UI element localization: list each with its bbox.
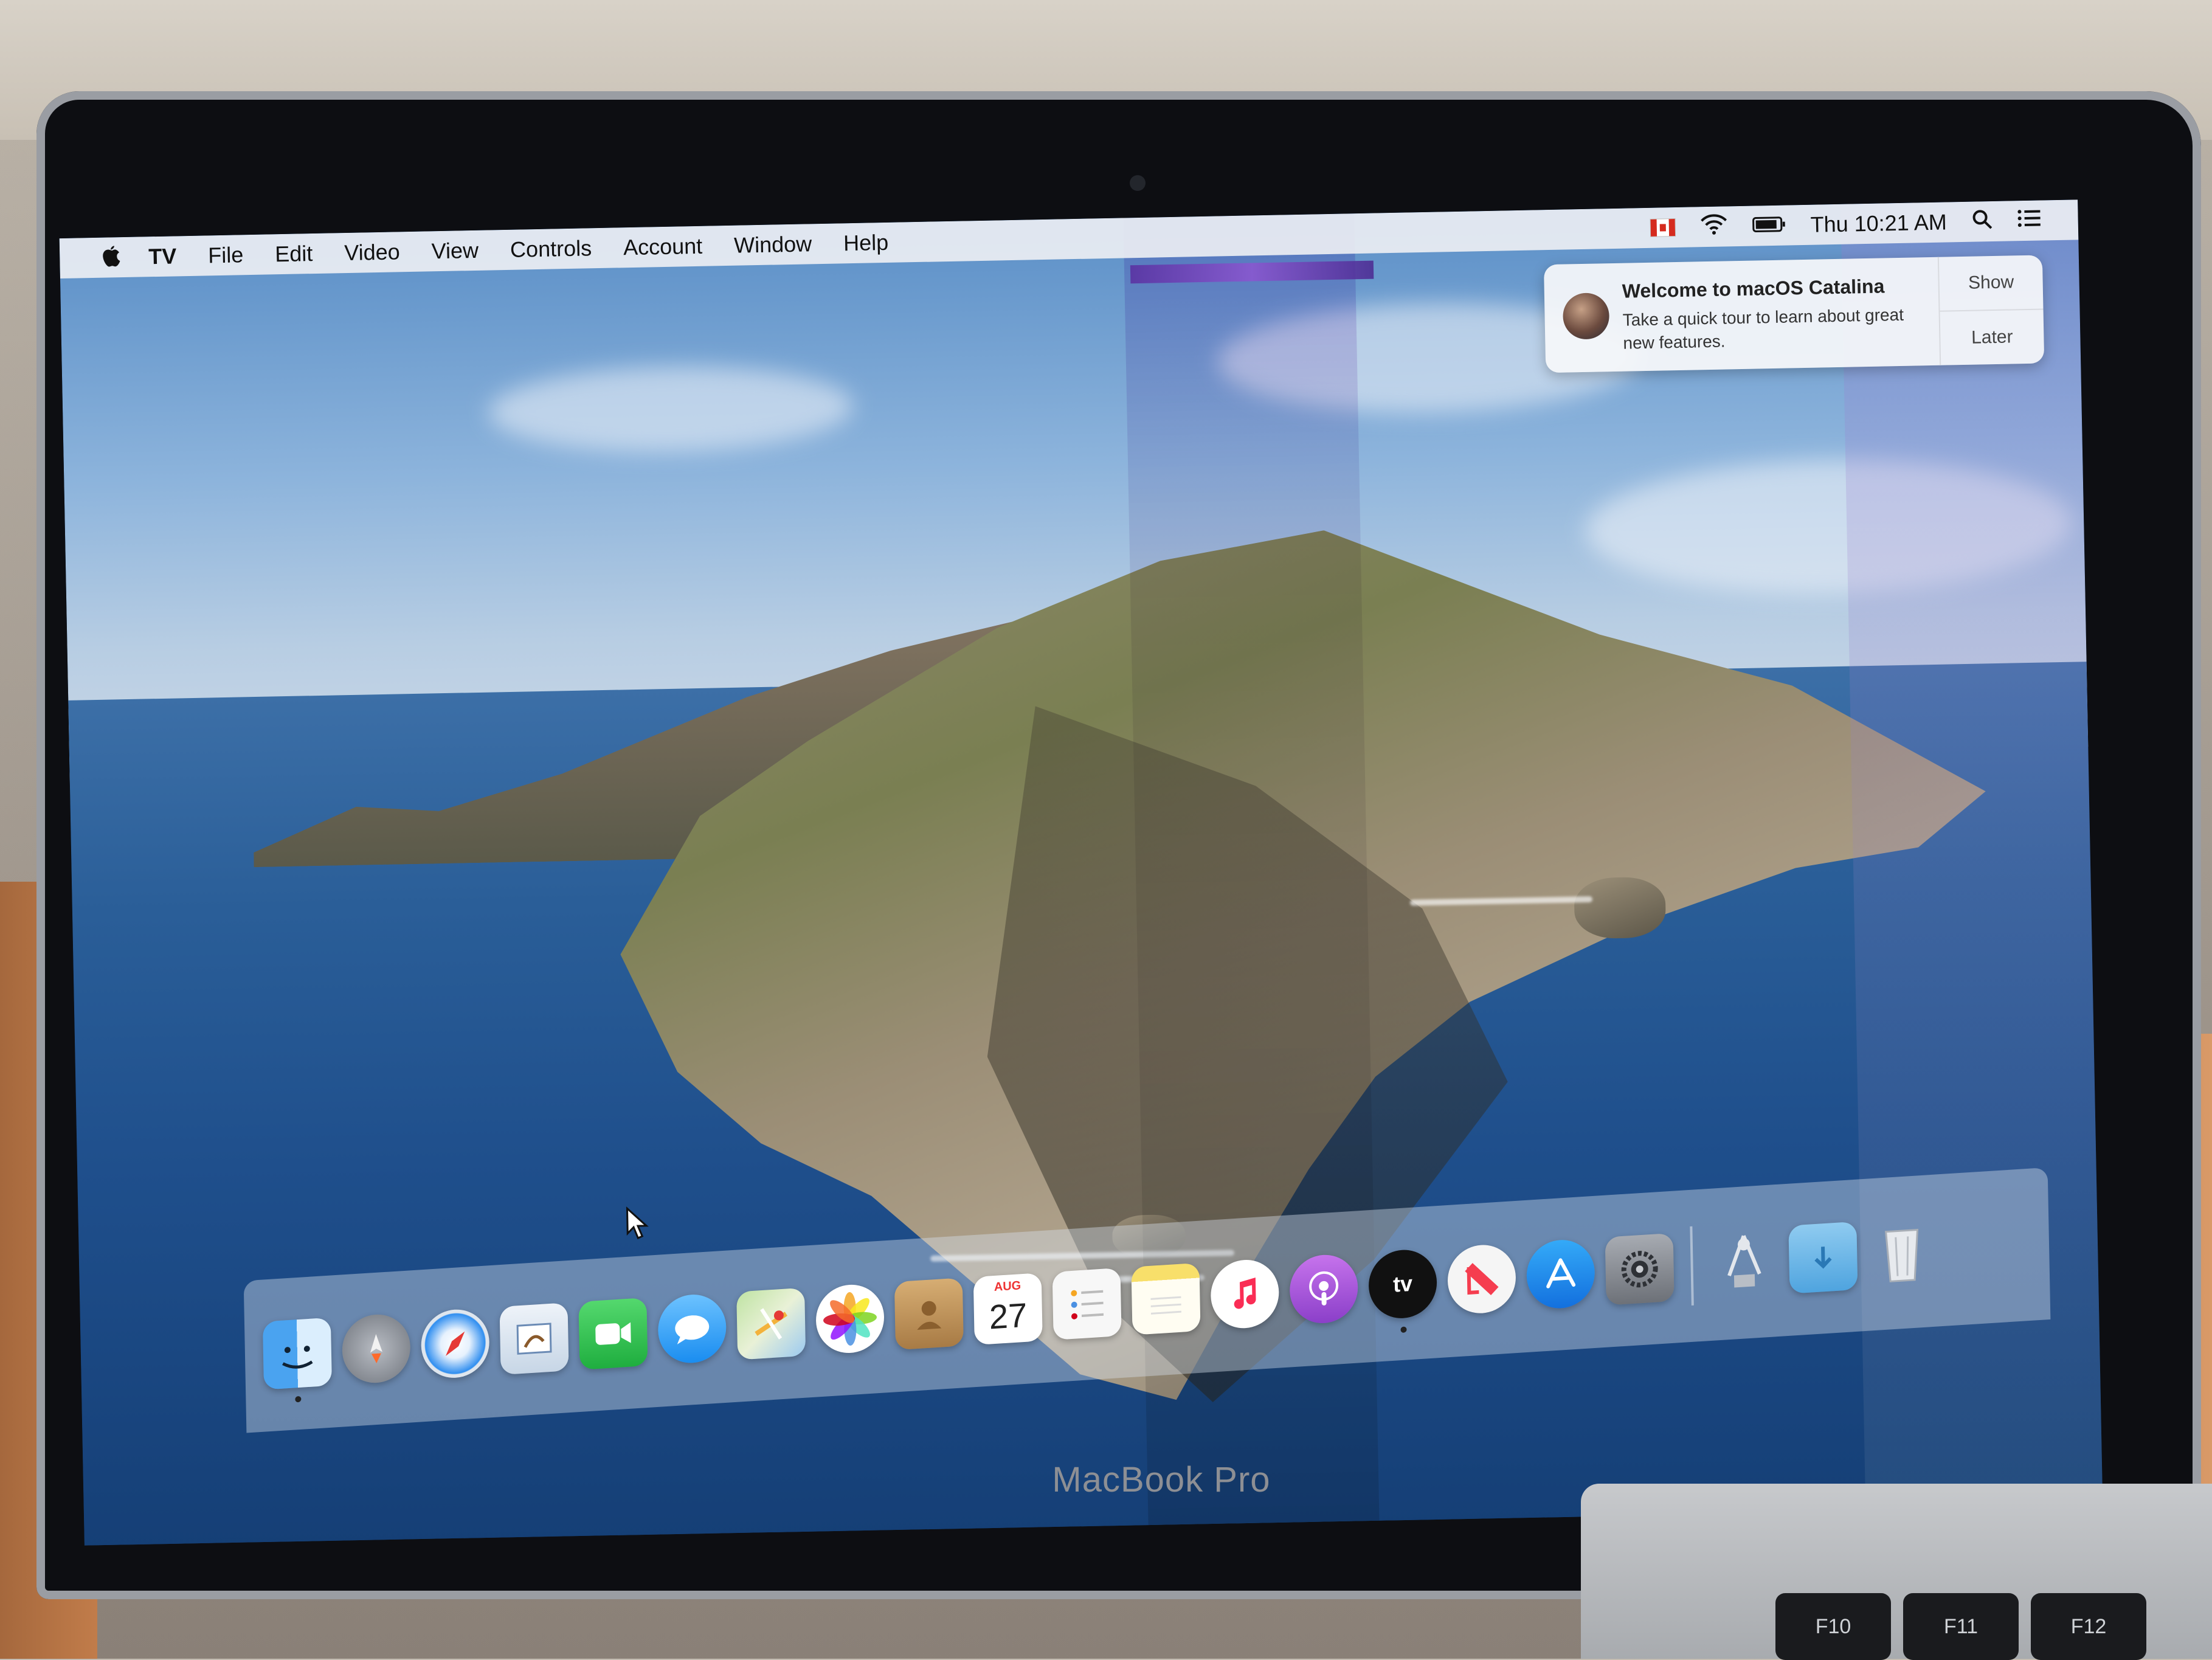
menu-bar-status-area: Thu 10:21 AM <box>1650 206 2078 242</box>
notification-title: Welcome to macOS Catalina <box>1622 275 1885 302</box>
trash-icon[interactable] <box>1867 1217 1937 1289</box>
calendar-icon[interactable]: AUG 27 <box>973 1273 1043 1346</box>
safari-icon[interactable] <box>420 1307 490 1380</box>
menu-app-name[interactable]: TV <box>133 243 193 270</box>
notes-icon[interactable] <box>1131 1262 1201 1335</box>
facetime-icon[interactable] <box>578 1297 648 1370</box>
calendar-month-label: AUG <box>994 1279 1021 1295</box>
macos-catalina-icon <box>1562 292 1610 340</box>
notification-show-button[interactable]: Show <box>1939 255 2044 310</box>
music-icon[interactable] <box>1210 1257 1280 1330</box>
running-indicator <box>1400 1326 1407 1333</box>
system-preferences-icon[interactable] <box>1605 1233 1675 1306</box>
mouse-pointer-icon <box>626 1206 649 1240</box>
photos-icon[interactable] <box>815 1282 885 1355</box>
menu-controls[interactable]: Controls <box>494 235 608 263</box>
notification-body: Take a quick tour to learn about great n… <box>1622 305 1904 353</box>
mail-icon[interactable] <box>499 1302 569 1375</box>
calendar-day-label: 27 <box>989 1295 1028 1337</box>
notification-content: Welcome to macOS Catalina Take a quick t… <box>1622 257 1940 372</box>
contacts-icon[interactable] <box>894 1278 964 1350</box>
menu-account[interactable]: Account <box>607 233 719 260</box>
downloads-folder-icon[interactable] <box>1788 1221 1858 1294</box>
maps-icon[interactable] <box>736 1287 806 1360</box>
spotlight-search-icon[interactable] <box>1971 208 1993 236</box>
bezel-brand-label: MacBook Pro <box>1052 1460 1271 1499</box>
battery-icon[interactable] <box>1752 213 1786 239</box>
flag-canada-icon[interactable] <box>1650 218 1676 237</box>
notification-later-button[interactable]: Later <box>1940 308 2045 365</box>
screen: TV File Edit Video View Controls Account… <box>59 199 2103 1546</box>
news-icon[interactable] <box>1446 1243 1516 1316</box>
wifi-icon[interactable] <box>1699 213 1728 241</box>
app-store-icon[interactable] <box>1526 1237 1595 1310</box>
launchpad-icon[interactable] <box>341 1312 411 1385</box>
notification-actions: Show Later <box>1937 255 2045 365</box>
menu-window[interactable]: Window <box>718 231 828 258</box>
wallpaper-rock <box>1574 876 1667 939</box>
installer-icon[interactable] <box>1709 1226 1778 1299</box>
menu-edit[interactable]: Edit <box>259 241 329 268</box>
apple-tv-icon[interactable]: tv <box>1368 1248 1438 1333</box>
menu-bar-clock[interactable]: Thu 10:21 AM <box>1810 209 1947 237</box>
key-f11[interactable]: F11 <box>1903 1593 2019 1660</box>
menu-video[interactable]: Video <box>328 239 416 266</box>
key-f12[interactable]: F12 <box>2031 1593 2146 1660</box>
menu-help[interactable]: Help <box>828 229 905 256</box>
menu-file[interactable]: File <box>192 242 260 269</box>
notification-banner[interactable]: Welcome to macOS Catalina Take a quick t… <box>1543 255 2045 373</box>
webcam <box>1130 175 1146 191</box>
key-f10[interactable]: F10 <box>1775 1593 1891 1660</box>
menu-view[interactable]: View <box>415 237 494 264</box>
messages-icon[interactable] <box>657 1292 727 1365</box>
podcasts-icon[interactable] <box>1289 1253 1359 1326</box>
apple-menu-icon[interactable] <box>90 245 133 270</box>
notification-center-icon[interactable] <box>2017 207 2042 233</box>
running-indicator <box>295 1395 302 1403</box>
apple-tv-label: tv <box>1392 1270 1413 1297</box>
finder-icon[interactable] <box>262 1317 332 1403</box>
dock-separator <box>1690 1226 1694 1306</box>
reminders-icon[interactable] <box>1052 1267 1122 1340</box>
